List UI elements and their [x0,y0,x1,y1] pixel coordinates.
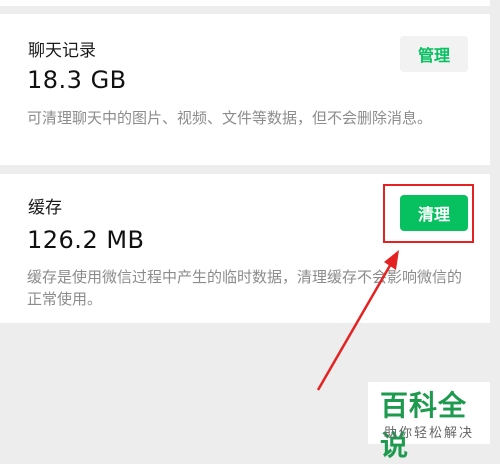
watermark: 百科全说 助你轻松解决 [368,382,490,462]
annotation-arrow-icon [316,250,399,391]
watermark-subtitle: 助你轻松解决 [384,426,475,441]
